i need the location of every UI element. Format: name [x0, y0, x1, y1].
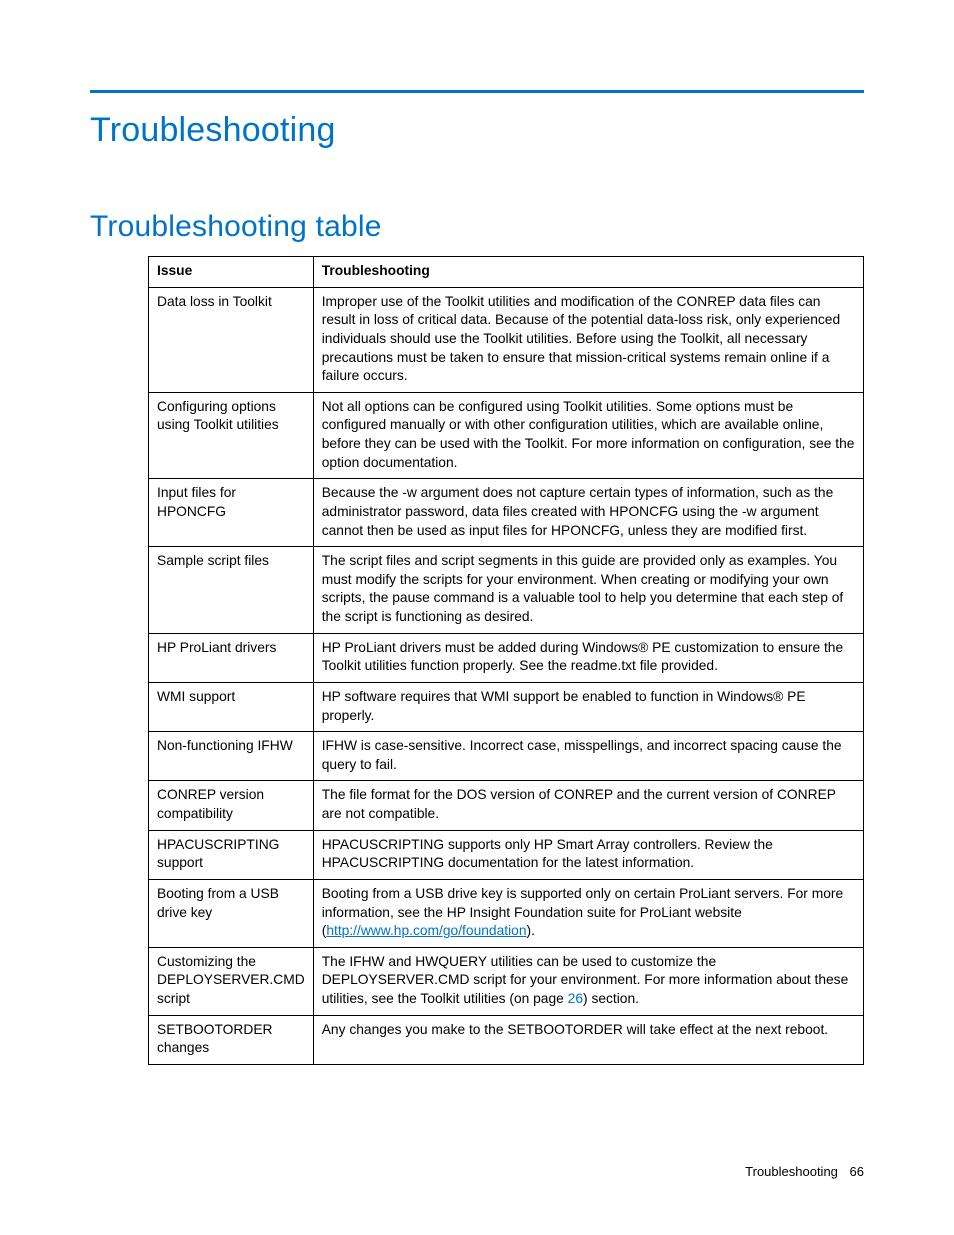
page-reference[interactable]: 26 — [568, 991, 583, 1006]
trouble-cell: Booting from a USB drive key is supporte… — [313, 879, 863, 947]
section-title: Troubleshooting table — [90, 210, 864, 244]
table-header-row: Issue Troubleshooting — [149, 257, 864, 288]
table-row: WMI support HP software requires that WM… — [149, 682, 864, 731]
page: Troubleshooting Troubleshooting table Is… — [0, 0, 954, 1235]
table-row: Non-functioning IFHW IFHW is case-sensit… — [149, 732, 864, 781]
table-row: Sample script files The script files and… — [149, 547, 864, 634]
trouble-cell: HP ProLiant drivers must be added during… — [313, 633, 863, 682]
issue-cell: Non-functioning IFHW — [149, 732, 314, 781]
table-row: HPACUSCRIPTING support HPACUSCRIPTING su… — [149, 830, 864, 879]
table-row: Customizing the DEPLOYSERVER.CMD script … — [149, 947, 864, 1015]
trouble-cell: The script files and script segments in … — [313, 547, 863, 634]
issue-cell: Booting from a USB drive key — [149, 879, 314, 947]
table-row: CONREP version compatibility The file fo… — [149, 781, 864, 830]
table-row: Booting from a USB drive key Booting fro… — [149, 879, 864, 947]
trouble-cell: Improper use of the Toolkit utilities an… — [313, 287, 863, 392]
issue-cell: HPACUSCRIPTING support — [149, 830, 314, 879]
troubleshooting-table: Issue Troubleshooting Data loss in Toolk… — [148, 256, 864, 1065]
trouble-cell: HP software requires that WMI support be… — [313, 682, 863, 731]
troubleshooting-table-wrap: Issue Troubleshooting Data loss in Toolk… — [148, 256, 864, 1065]
table-row: HP ProLiant drivers HP ProLiant drivers … — [149, 633, 864, 682]
issue-cell: Sample script files — [149, 547, 314, 634]
trouble-text-post: ) section. — [583, 991, 639, 1006]
chapter-title: Troubleshooting — [90, 111, 864, 150]
trouble-cell: The file format for the DOS version of C… — [313, 781, 863, 830]
issue-cell: CONREP version compatibility — [149, 781, 314, 830]
foundation-link[interactable]: http://www.hp.com/go/foundation — [326, 923, 526, 938]
footer-page-number: 66 — [850, 1164, 864, 1179]
issue-cell: Customizing the DEPLOYSERVER.CMD script — [149, 947, 314, 1015]
top-rule — [90, 90, 864, 93]
issue-cell: Data loss in Toolkit — [149, 287, 314, 392]
table-row: Configuring options using Toolkit utilit… — [149, 392, 864, 479]
table-row: Data loss in Toolkit Improper use of the… — [149, 287, 864, 392]
trouble-cell: HPACUSCRIPTING supports only HP Smart Ar… — [313, 830, 863, 879]
trouble-cell: The IFHW and HWQUERY utilities can be us… — [313, 947, 863, 1015]
col-header-troubleshooting: Troubleshooting — [313, 257, 863, 288]
issue-cell: HP ProLiant drivers — [149, 633, 314, 682]
trouble-text-post: ). — [527, 923, 535, 938]
trouble-cell: Because the -w argument does not capture… — [313, 479, 863, 547]
col-header-issue: Issue — [149, 257, 314, 288]
trouble-cell: Not all options can be configured using … — [313, 392, 863, 479]
footer-label: Troubleshooting — [745, 1164, 838, 1179]
issue-cell: Input files for HPONCFG — [149, 479, 314, 547]
trouble-cell: Any changes you make to the SETBOOTORDER… — [313, 1015, 863, 1064]
issue-cell: WMI support — [149, 682, 314, 731]
trouble-cell: IFHW is case-sensitive. Incorrect case, … — [313, 732, 863, 781]
issue-cell: SETBOOTORDER changes — [149, 1015, 314, 1064]
issue-cell: Configuring options using Toolkit utilit… — [149, 392, 314, 479]
page-footer: Troubleshooting 66 — [745, 1164, 864, 1179]
table-row: Input files for HPONCFG Because the -w a… — [149, 479, 864, 547]
table-row: SETBOOTORDER changes Any changes you mak… — [149, 1015, 864, 1064]
